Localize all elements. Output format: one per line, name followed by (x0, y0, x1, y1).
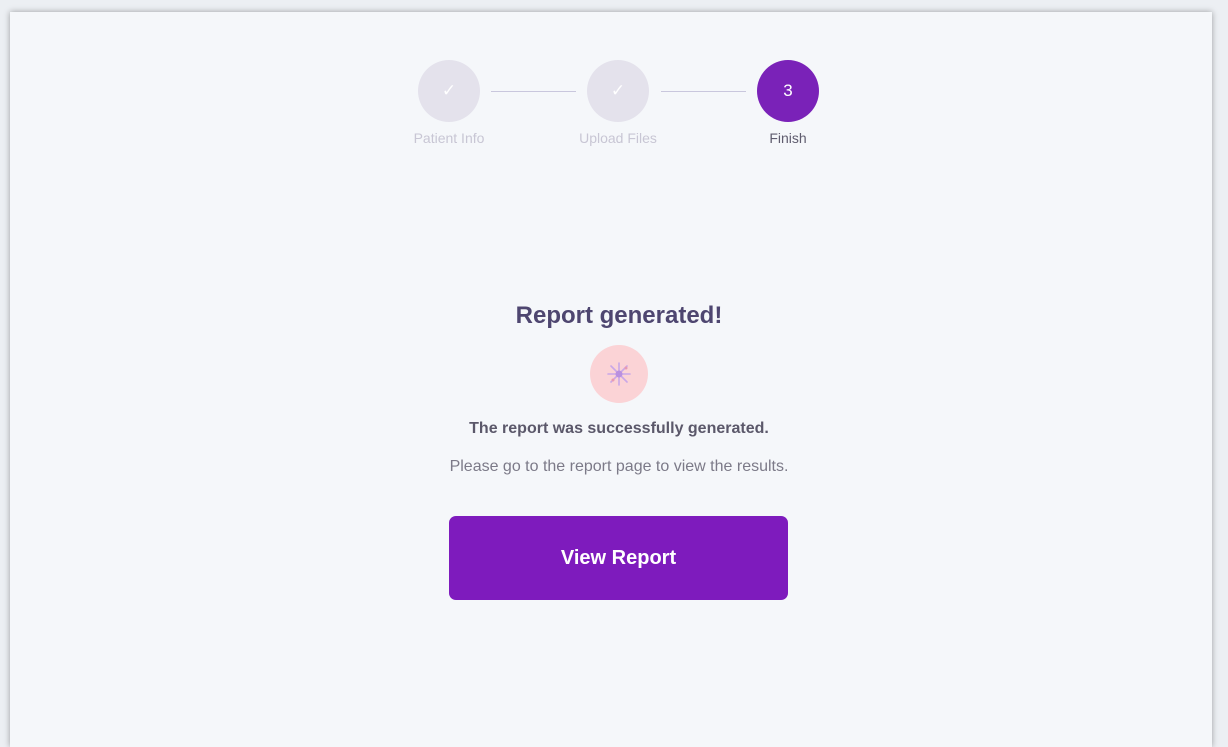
step-label: Patient Info (413, 130, 485, 146)
progress-stepper: ✓ Patient Info ✓ Upload Files 3 Finish (10, 12, 1212, 172)
success-hint: Please go to the report page to view the… (449, 458, 789, 475)
view-report-button[interactable]: View Report (449, 516, 788, 600)
step-number: 3 (757, 60, 819, 122)
celebration-icon (590, 345, 648, 403)
main-panel: ✓ Patient Info ✓ Upload Files 3 Finish R… (10, 12, 1212, 747)
step-patient-info: ✓ Patient Info (389, 60, 509, 146)
step-label: Upload Files (579, 130, 657, 146)
step-upload-files: ✓ Upload Files (558, 60, 678, 146)
window-frame: ✓ Patient Info ✓ Upload Files 3 Finish R… (0, 0, 1228, 747)
step-finish: 3 Finish (728, 60, 848, 146)
step-label: Finish (769, 130, 807, 146)
result-title: Report generated! (515, 302, 723, 329)
step-check-icon: ✓ (587, 60, 649, 122)
success-message: The report was successfully generated. (469, 420, 769, 437)
step-check-icon: ✓ (418, 60, 480, 122)
